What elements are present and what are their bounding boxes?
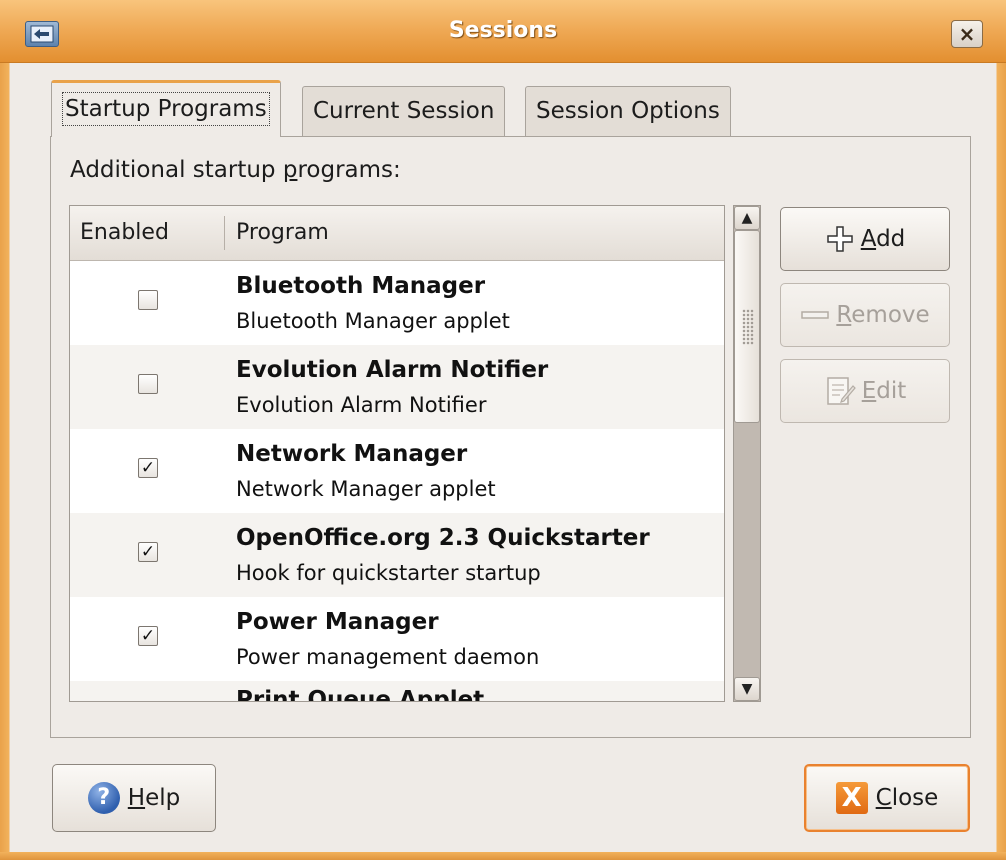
remove-icon — [801, 311, 830, 319]
scroll-down-button[interactable]: ▼ — [734, 677, 760, 701]
help-mnemonic: H — [127, 785, 146, 811]
grip-icon — [742, 309, 754, 345]
enabled-checkbox[interactable] — [138, 701, 158, 702]
sessions-dialog: Sessions × Startup Programs Current Sess… — [0, 0, 1006, 860]
section-label-prefix: Additional startup — [70, 157, 283, 183]
scroll-up-arrow-icon: ▲ — [741, 210, 753, 226]
program-name: OpenOffice.org 2.3 Quickstarter — [236, 525, 650, 551]
program-description: Evolution Alarm Notifier — [236, 393, 487, 417]
column-divider — [224, 216, 225, 250]
list-item[interactable]: ✓ OpenOffice.org 2.3 Quickstarter Hook f… — [70, 513, 724, 597]
program-name: Print Queue Applet — [236, 687, 485, 702]
close-icon: X — [835, 782, 868, 814]
list-item[interactable]: Evolution Alarm Notifier Evolution Alarm… — [70, 345, 724, 429]
enabled-checkbox[interactable]: ✓ — [138, 458, 158, 478]
column-header-enabled[interactable]: Enabled — [80, 220, 169, 245]
remove-button[interactable]: Remove — [780, 283, 950, 347]
tab-current-session[interactable]: Current Session — [302, 86, 506, 136]
edit-label: Edit — [862, 378, 907, 404]
section-label-mnemonic: p — [282, 157, 298, 183]
program-description: Power management daemon — [236, 645, 540, 669]
close-mnemonic: C — [875, 785, 892, 811]
program-description: Hook for quickstarter startup — [236, 561, 541, 585]
list-item[interactable]: ✓ Power Manager Power management daemon — [70, 597, 724, 681]
section-label: Additional startup programs: — [70, 157, 401, 183]
tab-startup-programs[interactable]: Startup Programs — [51, 80, 281, 137]
add-icon — [826, 226, 853, 252]
list-item[interactable]: ✓ Network Manager Network Manager applet — [70, 429, 724, 513]
program-name: Power Manager — [236, 609, 439, 635]
program-name: Network Manager — [236, 441, 468, 467]
enabled-checkbox[interactable] — [138, 374, 158, 394]
remove-mnemonic: R — [836, 302, 852, 328]
title-bar[interactable]: Sessions × — [0, 0, 1006, 63]
list-header: Enabled Program — [70, 206, 724, 261]
window-close-button[interactable]: × — [951, 20, 983, 48]
add-button[interactable]: Add — [780, 207, 950, 271]
scroll-up-button[interactable]: ▲ — [734, 206, 760, 230]
section-label-suffix: rograms: — [297, 157, 401, 183]
window-frame-bottom — [0, 852, 1006, 860]
program-name: Bluetooth Manager — [236, 273, 486, 299]
tab-label: Startup Programs — [62, 92, 270, 126]
enabled-checkbox[interactable] — [138, 290, 158, 310]
enabled-checkbox[interactable]: ✓ — [138, 542, 158, 562]
enabled-checkbox[interactable]: ✓ — [138, 626, 158, 646]
column-header-program[interactable]: Program — [236, 220, 329, 245]
close-label: Close — [876, 785, 939, 811]
list-item[interactable]: Print Queue Applet — [70, 681, 724, 702]
add-label-rest: dd — [876, 226, 906, 252]
close-label-rest: lose — [891, 785, 939, 811]
startup-programs-list[interactable]: Enabled Program Bluetooth Manager Blueto… — [69, 205, 725, 702]
tab-session-options[interactable]: Session Options — [525, 86, 731, 136]
help-icon: ? — [87, 782, 120, 814]
add-label: Add — [861, 226, 906, 252]
program-description: Bluetooth Manager applet — [236, 309, 510, 333]
scroll-thumb[interactable] — [734, 230, 760, 423]
add-mnemonic: A — [860, 226, 877, 252]
edit-button[interactable]: Edit — [780, 359, 950, 423]
close-button[interactable]: X Close — [804, 764, 970, 832]
edit-label-rest: dit — [876, 378, 907, 404]
tab-label: Session Options — [536, 98, 720, 124]
edit-mnemonic: E — [861, 378, 877, 404]
remove-label-rest: emove — [851, 302, 930, 328]
help-label-rest: elp — [145, 785, 181, 811]
help-label: Help — [128, 785, 180, 811]
edit-icon — [826, 377, 856, 405]
list-scrollbar[interactable]: ▲ ▼ — [733, 205, 761, 702]
program-description: Network Manager applet — [236, 477, 496, 501]
help-button[interactable]: ? Help — [52, 764, 216, 832]
program-name: Evolution Alarm Notifier — [236, 357, 549, 383]
close-icon: × — [958, 22, 976, 46]
remove-label: Remove — [836, 302, 929, 328]
scroll-down-arrow-icon: ▼ — [741, 681, 753, 697]
list-rows: Bluetooth Manager Bluetooth Manager appl… — [70, 261, 724, 702]
window-title: Sessions — [448, 18, 558, 43]
tab-label: Current Session — [313, 98, 495, 124]
list-item[interactable]: Bluetooth Manager Bluetooth Manager appl… — [70, 261, 724, 345]
